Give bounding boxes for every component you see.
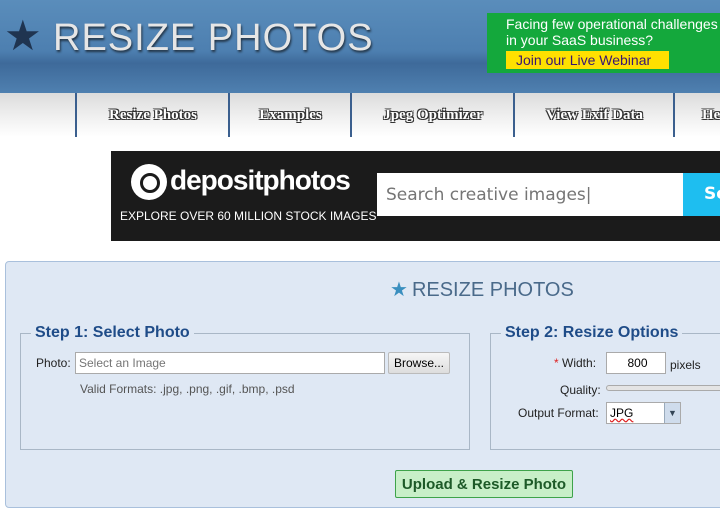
site-logo-title[interactable]: RESIZE PHOTOS [53, 16, 374, 60]
stock-search-input[interactable] [377, 173, 683, 216]
camera-icon [131, 164, 167, 200]
stock-search-button[interactable]: Se [683, 173, 720, 216]
upload-resize-button[interactable]: Upload & Resize Photo [395, 470, 573, 498]
quality-slider[interactable] [606, 385, 720, 391]
width-label: * Width: [554, 356, 596, 370]
width-input[interactable] [606, 352, 666, 374]
photo-label: Photo: [36, 356, 71, 370]
nav-help[interactable]: He [673, 93, 720, 137]
panel-title-text: RESIZE PHOTOS [411, 279, 574, 301]
required-mark: * [554, 356, 559, 370]
depositphotos-banner[interactable]: depositphotos EXPLORE OVER 60 MILLION ST… [111, 151, 720, 241]
panel-title: ★ RESIZE PHOTOS [390, 277, 574, 302]
output-format-label: Output Format: [518, 406, 599, 420]
ad-cta-button[interactable]: Join our Live Webinar [506, 51, 669, 69]
depositphotos-logo: depositphotos [131, 164, 351, 200]
ad-line2: in your SaaS business? [506, 32, 654, 48]
photo-file-input[interactable] [75, 352, 385, 374]
main-nav: Resize Photos Examples Jpeg Optimizer Vi… [0, 93, 720, 137]
quality-label: Quality: [560, 383, 601, 397]
nav-examples[interactable]: Examples [228, 93, 351, 137]
star-icon: ★ [390, 279, 408, 301]
nav-view-exif-data[interactable]: View Exif Data [513, 93, 674, 137]
nav-jpeg-optimizer[interactable]: Jpeg Optimizer [350, 93, 514, 137]
browse-button[interactable]: Browse... [388, 352, 450, 374]
ad-line1: Facing few operational challenges [506, 16, 718, 32]
width-unit: pixels [670, 358, 701, 372]
output-format-select[interactable]: JPG ▼ [606, 402, 681, 424]
valid-formats-text: Valid Formats: .jpg, .png, .gif, .bmp, .… [80, 382, 295, 396]
star-icon: ★ [4, 11, 42, 60]
output-format-value: JPG [610, 406, 634, 420]
step1-legend: Step 1: Select Photo [31, 324, 194, 342]
brand-name: depositphotos [170, 164, 351, 196]
step2-fieldset: Step 2: Resize Options [490, 324, 720, 450]
ad-banner[interactable]: Facing few operational challenges in you… [487, 13, 720, 73]
banner-tagline: EXPLORE OVER 60 MILLION STOCK IMAGES [120, 209, 377, 223]
nav-resize-photos[interactable]: Resize Photos [75, 93, 229, 137]
step2-legend: Step 2: Resize Options [501, 324, 683, 342]
chevron-down-icon[interactable]: ▼ [664, 403, 680, 423]
width-label-text: Width: [562, 356, 597, 370]
